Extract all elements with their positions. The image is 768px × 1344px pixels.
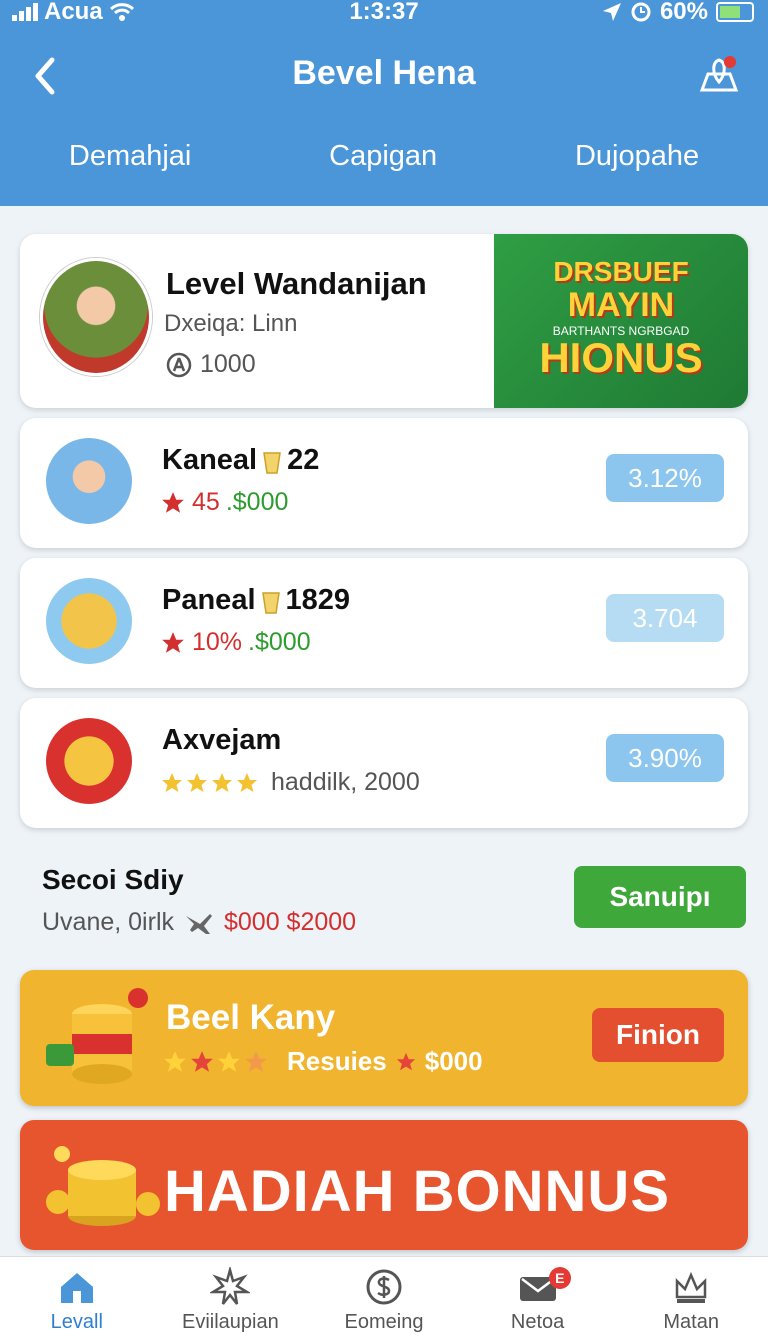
app-header: Acua 1:3:37 60% Bevel Hena Demahjai Capi… [0, 0, 768, 206]
tab-dujopahe[interactable]: Dujopahe [575, 140, 699, 173]
star-burst-icon [210, 1267, 251, 1305]
list-item[interactable]: Paneal 1829 10% .$000 3.704 [20, 558, 748, 688]
profile-card[interactable]: Level Wandanijan Dxeiqa: Linn 1000 DRSBU… [20, 234, 748, 408]
battery-icon [716, 2, 754, 22]
promo-card[interactable]: Beel Kany Resuies $000 Finion [20, 970, 748, 1106]
list-item[interactable]: Axvejam haddilk, 2000 3.90% [20, 698, 748, 828]
promo-banner-image[interactable]: DRSBUEF MAYIN BARTHANTS NGRBGAD HIONUS [494, 234, 748, 408]
item-sub-value: 10% [192, 628, 243, 656]
status-bar: Acua 1:3:37 60% [0, 0, 768, 28]
crown-icon [675, 1271, 707, 1303]
nav-label: Netoa [510, 1311, 565, 1333]
item-sub-price: .$000 [248, 628, 311, 656]
search-subtitle: Uvane, 0irlk [42, 908, 174, 936]
nav-label: Eomeing [344, 1311, 424, 1333]
star-rating [160, 771, 259, 795]
bonus-banner[interactable]: HADIAH BONNUS [20, 1120, 748, 1250]
search-summary: Secoi Sdiy Uvane, 0irlk $000 $2000 [42, 864, 356, 937]
tab-capigan[interactable]: Capigan [329, 140, 437, 173]
bottom-nav: Levall Eviilaupian Eomeing E Netoa Matan [0, 1256, 768, 1344]
map-pin-icon[interactable] [696, 52, 742, 98]
tab-demahjai[interactable]: Demahjai [69, 140, 192, 173]
promo-value: $000 [424, 1046, 483, 1076]
page-title: Bevel Hena [292, 54, 476, 92]
cup-icon [263, 451, 281, 474]
finish-button[interactable]: Finion [592, 1008, 724, 1062]
nav-item-matan[interactable]: Matan [614, 1257, 768, 1344]
star-icon [212, 772, 232, 792]
banner-line-3: HIONUS [539, 334, 703, 381]
promo-title: Beel Kany [166, 998, 336, 1037]
tab-bar: Demahjai Capigan Dujopahe [0, 140, 768, 173]
item-level: 1829 [285, 584, 351, 616]
star-icon [164, 1050, 186, 1072]
item-name: Axvejam [162, 724, 282, 756]
nav-label: Levall [50, 1311, 103, 1333]
star-icon [191, 1050, 213, 1072]
search-price: $000 $2000 [224, 908, 357, 936]
alarm-icon [631, 2, 651, 22]
money-bag-icon [46, 718, 132, 804]
coin-stack-icon [46, 578, 132, 664]
item-sub-text: haddilk, 2000 [271, 768, 420, 796]
nav-item-eviilaupian[interactable]: Eviilaupian [154, 1257, 308, 1344]
item-sub-value: 45 [192, 488, 220, 516]
cup-icon [261, 591, 280, 614]
location-arrow-icon [602, 3, 621, 21]
submit-button[interactable]: Sanuipı [574, 866, 746, 928]
star-icon [162, 772, 182, 792]
search-title: Secoi Sdiy [42, 864, 184, 895]
star-icon [218, 1050, 240, 1072]
banner-line-2: MAYIN [567, 286, 675, 324]
battery-percent: 60% [659, 0, 708, 25]
bonus-title: HADIAH BONNUS [164, 1159, 670, 1224]
avatar [46, 438, 132, 524]
nav-item-levall[interactable]: Levall [0, 1257, 154, 1344]
star-icon [396, 1052, 415, 1070]
profile-name: Level Wandanijan [166, 266, 427, 301]
rate-badge[interactable]: 3.90% [606, 734, 724, 782]
profile-coins: 1000 [166, 350, 256, 379]
rate-badge[interactable]: 3.704 [606, 594, 724, 642]
item-level: 22 [287, 444, 320, 476]
item-name: Paneal [162, 584, 256, 616]
star-icon [245, 1050, 267, 1072]
nav-label: Matan [663, 1311, 719, 1333]
profile-subtitle: Dxeiqa: Linn [164, 310, 298, 337]
promo-star-rating [162, 1049, 269, 1075]
coin-stack-icon [46, 1146, 160, 1226]
notification-badge: E [548, 1267, 571, 1289]
plane-icon [186, 913, 212, 934]
promo-label: Resuies [287, 1046, 387, 1076]
home-icon [60, 1273, 93, 1303]
star-icon [237, 772, 257, 792]
star-icon [187, 772, 207, 792]
dollar-circle-icon [366, 1269, 402, 1305]
nav-label: Eviilaupian [182, 1311, 279, 1333]
coin-jar-icon [46, 988, 148, 1084]
star-icon [162, 631, 184, 653]
list-item[interactable]: Kaneal 22 45 .$000 3.12% [20, 418, 748, 548]
nav-item-eomeing[interactable]: Eomeing [307, 1257, 461, 1344]
avatar [40, 258, 152, 376]
star-icon [162, 491, 184, 513]
nav-item-netoa[interactable]: E Netoa [461, 1257, 615, 1344]
banner-line-1: DRSBUEF [553, 256, 689, 287]
item-name: Kaneal [162, 444, 258, 476]
item-sub-price: .$000 [225, 488, 289, 516]
rate-badge[interactable]: 3.12% [606, 454, 724, 502]
coin-icon [166, 352, 192, 377]
